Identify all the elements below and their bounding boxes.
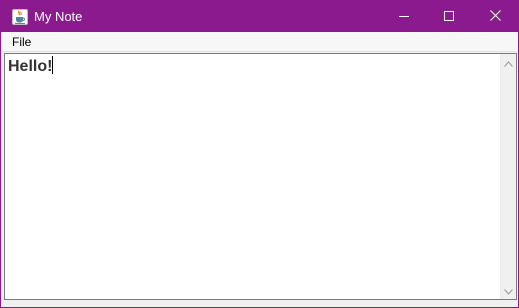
- menu-bar: File: [1, 32, 518, 52]
- close-icon: [489, 8, 501, 26]
- minimize-icon: [399, 8, 409, 26]
- scroll-down-button[interactable]: [501, 283, 516, 298]
- app-window: My Note File Hello!: [0, 0, 519, 308]
- editor-text: Hello!: [8, 58, 53, 75]
- java-cup-icon: [12, 9, 28, 25]
- close-button[interactable]: [472, 1, 518, 32]
- vertical-scrollbar[interactable]: [500, 54, 516, 299]
- text-editor[interactable]: Hello!: [4, 53, 517, 300]
- text-caret: [52, 56, 54, 74]
- editor-content[interactable]: Hello!: [8, 56, 54, 77]
- menu-item-file[interactable]: File: [7, 34, 36, 50]
- window-bottom-edge: [1, 300, 518, 307]
- window-title: My Note: [34, 9, 83, 24]
- title-bar[interactable]: My Note: [1, 1, 518, 32]
- minimize-button[interactable]: [381, 1, 427, 32]
- maximize-button[interactable]: [426, 1, 472, 32]
- chevron-down-icon: [504, 282, 513, 300]
- chevron-up-icon: [504, 54, 513, 72]
- maximize-icon: [444, 8, 454, 26]
- scroll-up-button[interactable]: [501, 55, 516, 70]
